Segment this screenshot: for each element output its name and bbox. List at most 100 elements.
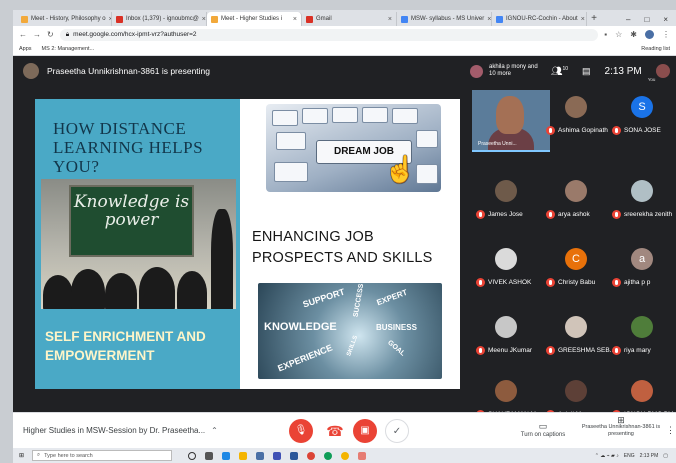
taskbar-search[interactable]: ⌕ Type here to search bbox=[32, 450, 173, 461]
bookmark-apps[interactable]: Apps bbox=[19, 46, 32, 52]
tab-label: Meet - History, Philosophy o bbox=[31, 16, 106, 22]
camera-toggle-button[interactable]: ▣ bbox=[353, 419, 377, 443]
browser-tab-strip: Meet - History, Philosophy o× Inbox (1,3… bbox=[13, 10, 676, 26]
meet-bottom-bar: Higher Studies in MSW-Session by Dr. Pra… bbox=[13, 412, 676, 448]
camera-permission-icon[interactable]: ▪ bbox=[604, 30, 607, 39]
task-view-icon[interactable] bbox=[205, 451, 214, 460]
screen-frame: Meet - History, Philosophy o× Inbox (1,3… bbox=[13, 10, 676, 463]
captions-button[interactable]: ▭ Turn on captions bbox=[518, 421, 568, 438]
app-icon[interactable] bbox=[358, 451, 367, 460]
keyboard-image: DREAM JOB ☝ bbox=[266, 104, 441, 192]
address-bar-actions: ▪ ☆ ✱ ⋮ bbox=[604, 30, 670, 39]
reload-icon[interactable]: ↻ bbox=[47, 30, 54, 39]
participant-tile[interactable]: Ashima Gopinath bbox=[542, 90, 612, 140]
participant-tile[interactable]: C Christy Babu bbox=[542, 242, 612, 292]
meet-top-bar: akhila p mony and 10 more 👥︎10 ▤ 2:13 PM… bbox=[468, 56, 676, 86]
participant-avatar bbox=[565, 180, 587, 202]
participant-tile[interactable]: James Jose bbox=[472, 174, 542, 224]
file-explorer-icon[interactable] bbox=[239, 451, 248, 460]
mic-toggle-button[interactable]: 🎙︎ bbox=[289, 419, 313, 443]
participant-tile[interactable]: GREESHMA SEB... bbox=[542, 310, 615, 360]
tab-label: IGNOU-RC-Cochin - About bbox=[506, 16, 578, 22]
close-window-button[interactable]: × bbox=[663, 15, 668, 24]
meet-stage: Praseetha Unnikrishnan-3861 is presentin… bbox=[13, 56, 676, 419]
close-tab-icon[interactable]: × bbox=[388, 16, 392, 23]
bookmarks-bar: Apps MS 2: Management... Reading list bbox=[13, 43, 676, 56]
url-field[interactable]: 🔒︎ meet.google.com/hcx-ipmt-vrz?authuser… bbox=[59, 28, 599, 41]
close-tab-icon[interactable]: × bbox=[293, 16, 297, 23]
meeting-details[interactable]: Higher Studies in MSW-Session by Dr. Pra… bbox=[23, 426, 218, 435]
notifications-icon[interactable]: ▢ bbox=[663, 453, 668, 459]
participant-tile[interactable]: Meenu JKumar bbox=[472, 310, 542, 360]
mic-muted-icon bbox=[476, 210, 485, 219]
participant-avatar bbox=[565, 380, 587, 402]
search-placeholder: Type here to search bbox=[44, 452, 93, 459]
slide-left-panel: HOW DISTANCE LEARNING HELPS YOU? Knowled… bbox=[35, 99, 240, 389]
extensions-icon[interactable]: ✱ bbox=[630, 30, 637, 39]
reading-list-button[interactable]: Reading list bbox=[641, 46, 670, 52]
windows-start-icon[interactable]: ⊞ bbox=[19, 452, 24, 459]
browser-tab-active[interactable]: Meet - Higher Studies i × bbox=[207, 12, 302, 26]
language-indicator[interactable]: ENG bbox=[624, 453, 635, 459]
bookmark-item[interactable]: MS 2: Management... bbox=[42, 46, 95, 52]
people-count: 10 bbox=[562, 65, 568, 72]
close-tab-icon[interactable]: × bbox=[487, 16, 491, 23]
keyboard-key bbox=[272, 110, 298, 126]
back-arrow-icon[interactable]: ← bbox=[19, 30, 27, 39]
maximize-button[interactable]: □ bbox=[644, 15, 649, 24]
close-tab-icon[interactable]: × bbox=[202, 16, 206, 23]
edge-icon[interactable] bbox=[222, 451, 231, 460]
mic-muted-icon bbox=[612, 126, 621, 135]
participant-tile[interactable]: riya mary bbox=[608, 310, 676, 360]
people-icon[interactable]: 👥︎10 bbox=[551, 66, 568, 77]
participant-avatar bbox=[631, 380, 653, 402]
presenter-avatar bbox=[23, 63, 39, 79]
cortana-icon[interactable] bbox=[188, 451, 197, 460]
participant-tile[interactable]: S SONA JOSE bbox=[608, 90, 676, 140]
forward-arrow-icon[interactable]: → bbox=[33, 30, 41, 39]
student-silhouette bbox=[139, 267, 175, 309]
keyboard-key bbox=[274, 162, 308, 182]
browser-tab[interactable]: IGNOU-RC-Cochin - About × bbox=[492, 12, 587, 26]
taskbar-clock[interactable]: 2:13 PM bbox=[640, 453, 659, 459]
browser-tab[interactable]: Meet - History, Philosophy o× bbox=[17, 12, 112, 26]
tray-icons[interactable]: ⌃ ☁ ⌁ ▰ ♪ bbox=[595, 453, 619, 459]
participant-avatar bbox=[565, 96, 587, 118]
mail-icon[interactable] bbox=[273, 451, 282, 460]
browser-tab[interactable]: MSW- syllabus - MS Univer × bbox=[397, 12, 492, 26]
browser-tab[interactable]: Gmail × bbox=[302, 12, 397, 26]
raise-hand-button[interactable]: ✓ bbox=[385, 419, 409, 443]
chrome-icon[interactable] bbox=[341, 451, 350, 460]
star-icon[interactable]: ☆ bbox=[615, 30, 622, 39]
menu-kebab-icon[interactable]: ⋮ bbox=[662, 30, 670, 39]
chat-icon[interactable]: ▤ bbox=[582, 66, 591, 77]
participant-tile[interactable]: VIVEK ASHOK bbox=[472, 242, 542, 292]
presenting-button[interactable]: ⊞ Praseetha Unnikrishnan-3861 is present… bbox=[581, 416, 661, 438]
browser-tab[interactable]: Inbox (1,379) - ignoubmc@ × bbox=[112, 12, 207, 26]
search-icon: ⌕ bbox=[37, 452, 41, 458]
mic-muted-icon bbox=[546, 278, 555, 287]
participant-tile[interactable]: arya ashok bbox=[542, 174, 612, 224]
cloud-word: GOAL bbox=[386, 339, 407, 358]
participant-avatar: C bbox=[565, 248, 587, 270]
more-options-icon[interactable]: ⋮ bbox=[666, 425, 675, 436]
close-tab-icon[interactable]: × bbox=[581, 16, 585, 23]
minimize-button[interactable]: – bbox=[626, 15, 630, 24]
word-icon[interactable] bbox=[290, 451, 299, 460]
participant-tile[interactable]: sreerekha zenith bbox=[608, 174, 676, 224]
chrome-icon[interactable] bbox=[307, 451, 316, 460]
chrome-icon[interactable] bbox=[324, 451, 333, 460]
slide-left-subtitle: SELF ENRICHMENT AND EMPOWERMENT bbox=[45, 329, 206, 363]
tab-label: MSW- syllabus - MS Univer bbox=[411, 16, 485, 22]
end-call-button[interactable]: ☎︎ bbox=[323, 419, 347, 443]
participant-tile[interactable]: a ajitha p p bbox=[608, 242, 676, 292]
new-tab-button[interactable]: + bbox=[587, 12, 601, 26]
tab-label: Gmail bbox=[316, 16, 332, 22]
student-silhouette bbox=[105, 273, 137, 309]
profile-avatar[interactable] bbox=[645, 30, 654, 39]
window-controls: – □ × bbox=[626, 12, 676, 26]
self-video-face bbox=[496, 96, 524, 134]
mic-muted-icon bbox=[612, 278, 621, 287]
store-icon[interactable] bbox=[256, 451, 265, 460]
self-video-tile[interactable]: Praseetha Unni... bbox=[472, 90, 550, 152]
